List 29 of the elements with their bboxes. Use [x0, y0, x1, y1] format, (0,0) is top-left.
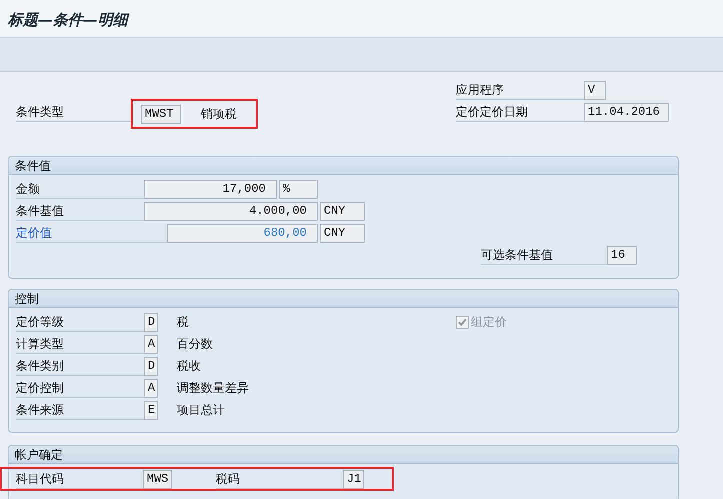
application-field[interactable]: V — [584, 80, 606, 100]
condition-type-field[interactable]: MWST — [141, 104, 181, 124]
code-description: 税 — [177, 314, 190, 331]
code-description: 调整数量差异 — [177, 380, 250, 397]
condition-type-description: 销项税 — [201, 106, 237, 123]
group-header: 控制 — [9, 290, 678, 308]
unit-field[interactable]: CNY — [320, 202, 365, 220]
pricing-date-field[interactable]: 11.04.2016 — [584, 102, 669, 122]
code-description: 项目总计 — [177, 402, 226, 419]
code-description: 税收 — [177, 358, 202, 375]
code-field[interactable]: J1 — [343, 470, 364, 488]
code-field[interactable]: A — [144, 378, 158, 398]
code-field[interactable]: A — [144, 334, 158, 354]
value-field[interactable]: 17,000 — [144, 180, 277, 198]
code-field[interactable]: MWS — [143, 470, 172, 488]
group-header: 帐户确定 — [9, 446, 678, 464]
code-field[interactable]: E — [144, 400, 158, 420]
window-title: 标题—条件—明细 — [8, 11, 128, 29]
alt-base-field[interactable]: 16 — [607, 246, 637, 264]
checkbox-label: 组定价 — [471, 314, 507, 331]
field-label: 条件类型 — [16, 102, 131, 122]
code-description: 百分数 — [177, 336, 214, 353]
unit-field[interactable]: % — [279, 180, 318, 198]
unit-field[interactable]: CNY — [320, 224, 365, 242]
value-field[interactable]: 4.000,00 — [144, 202, 318, 220]
value-field[interactable]: 680,00 — [167, 224, 318, 242]
group-header: 条件值 — [9, 157, 678, 175]
code-field[interactable]: D — [144, 312, 158, 332]
code-field[interactable]: D — [144, 356, 158, 376]
